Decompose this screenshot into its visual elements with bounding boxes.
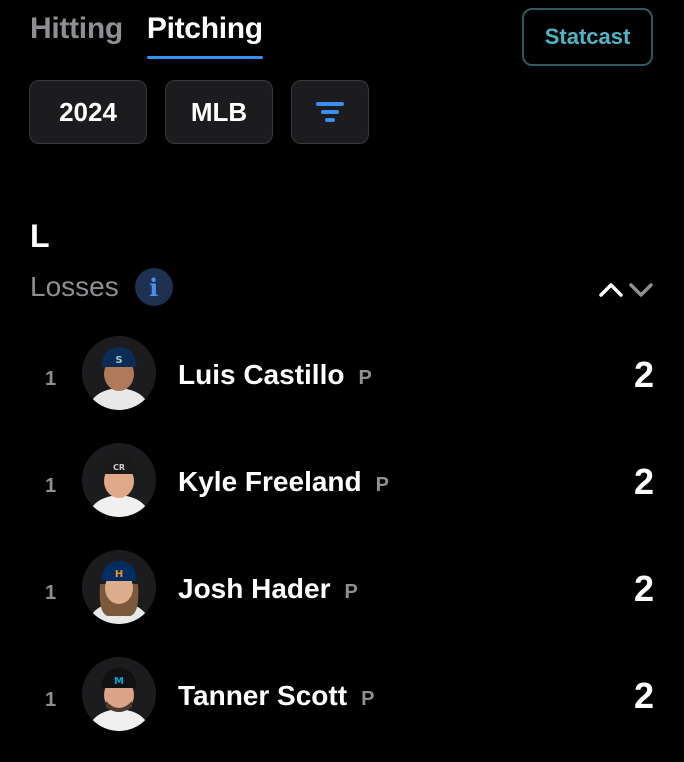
stat-value: 2 (633, 461, 654, 502)
player-avatar: H (82, 550, 156, 624)
player-name[interactable]: Luis Castillo (178, 359, 344, 391)
stat-header: Losses i (30, 268, 173, 306)
sort-chevrons-icon[interactable] (598, 276, 656, 302)
svg-text:CR: CR (113, 463, 125, 472)
year-selector[interactable]: 2024 (29, 80, 147, 144)
list-item[interactable]: 1 S Luis Castillo P 2 (0, 334, 684, 441)
rank: 1 (45, 582, 57, 604)
filter-button[interactable] (291, 80, 369, 144)
filter-bar: 2024 MLB (29, 80, 369, 144)
rank: 1 (45, 689, 57, 711)
league-selector[interactable]: MLB (165, 80, 273, 144)
player-avatar: M (82, 657, 156, 731)
stat-value: 2 (633, 354, 654, 395)
list-item[interactable]: 1 H Josh Hader P 2 (0, 548, 684, 655)
player-name[interactable]: Tanner Scott (178, 680, 347, 712)
list-item[interactable]: 1 M Tanner Scott P 2 (0, 655, 684, 762)
tab-hitting[interactable]: Hitting (30, 12, 123, 46)
rank: 1 (45, 475, 57, 497)
tab-pitching[interactable]: Pitching (146, 12, 263, 59)
stat-value: 2 (633, 675, 654, 716)
rank: 1 (45, 368, 57, 390)
statcast-button[interactable]: Statcast (522, 8, 653, 66)
info-icon[interactable]: i (134, 268, 173, 306)
stat-type-tabs: Hitting Pitching (30, 12, 263, 59)
svg-text:S: S (115, 355, 122, 366)
player-avatar: S (82, 336, 156, 410)
stat-label: Losses (30, 271, 119, 302)
player-position: P (358, 367, 372, 389)
player-position: P (375, 474, 389, 496)
player-name[interactable]: Josh Hader (178, 573, 331, 605)
player-name[interactable]: Kyle Freeland (178, 466, 362, 498)
leaderboard-list: 1 S Luis Castillo P 2 1 CR Kyle Freeland… (0, 334, 684, 762)
svg-text:H: H (115, 569, 123, 580)
player-avatar: CR (82, 443, 156, 517)
list-item[interactable]: 1 CR Kyle Freeland P 2 (0, 441, 684, 548)
filter-icon (316, 102, 344, 122)
stat-value: 2 (633, 568, 654, 609)
player-position: P (344, 581, 358, 603)
svg-text:M: M (114, 676, 124, 687)
section-letter: L (30, 218, 50, 254)
player-position: P (361, 688, 375, 710)
